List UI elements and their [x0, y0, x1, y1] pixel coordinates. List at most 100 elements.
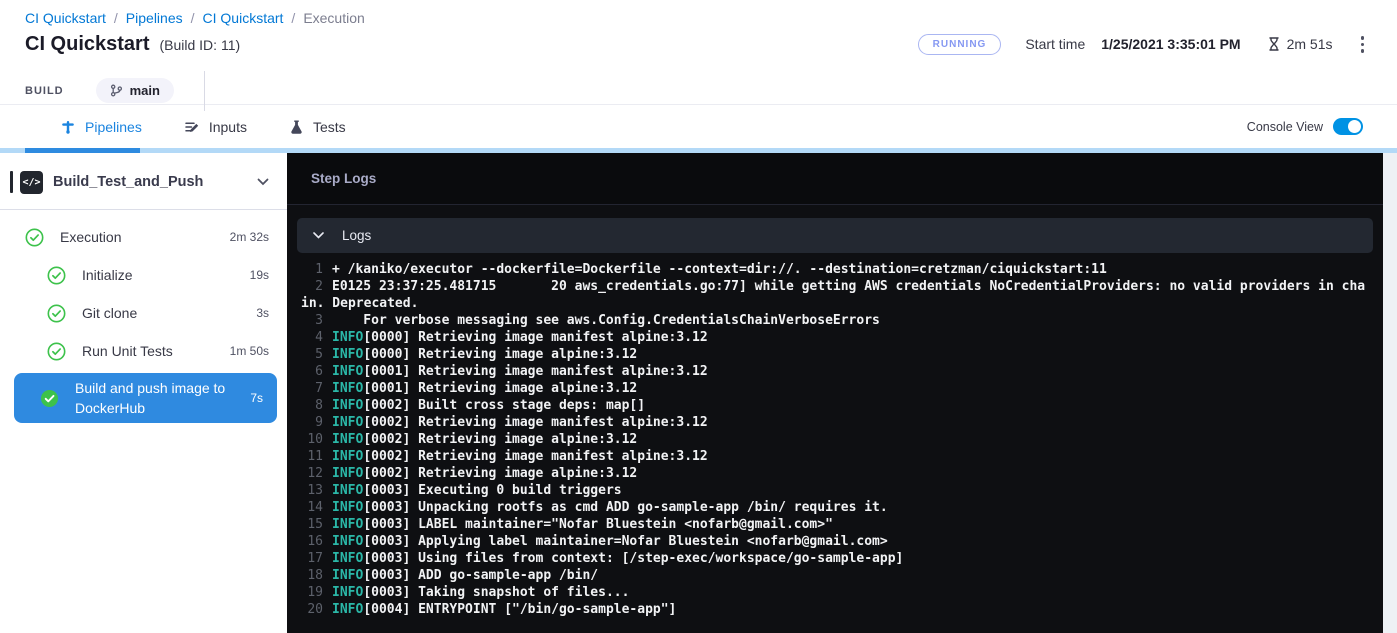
log-level-info: INFO: [332, 364, 363, 379]
log-line: 4INFO[0000] Retrieving image manifest al…: [301, 329, 1371, 346]
log-level-info: INFO: [332, 449, 363, 464]
step-duration: 3s: [248, 306, 269, 320]
branch-pill[interactable]: main: [96, 78, 174, 103]
log-line: 13INFO[0003] Executing 0 build triggers: [301, 482, 1371, 499]
tab-bar: Pipelines Inputs Tests Console View: [0, 104, 1397, 148]
tab-pipelines[interactable]: Pipelines: [60, 119, 142, 135]
title-row: CI Quickstart (Build ID: 11) RUNNING Sta…: [25, 32, 1372, 57]
log-line-number: 11: [301, 448, 323, 465]
git-branch-icon: [110, 84, 123, 97]
breadcrumb-current: Execution: [303, 10, 364, 26]
log-level-info: INFO: [332, 432, 363, 447]
stage-accent-bar: [10, 171, 13, 193]
log-level-info: INFO: [332, 398, 363, 413]
status-badge: RUNNING: [918, 34, 1002, 55]
stage-name: Build_Test_and_Push: [53, 174, 203, 190]
log-level-info: INFO: [332, 500, 363, 515]
step-row[interactable]: Git clone3s: [0, 294, 287, 332]
log-line-text: [0003] ADD go-sample-app /bin/: [363, 568, 598, 583]
log-level-info: INFO: [332, 585, 363, 600]
log-line-text: [0003] Using files from context: [/step-…: [363, 551, 903, 566]
page-header: CI Quickstart/Pipelines/CI Quickstart/Ex…: [0, 0, 1397, 104]
log-line-number: 8: [301, 397, 323, 414]
console-view-label: Console View: [1247, 120, 1323, 134]
tab-label: Inputs: [209, 119, 247, 135]
log-level-info: INFO: [332, 551, 363, 566]
code-stage-icon: </>: [20, 171, 43, 194]
log-line-number: 12: [301, 465, 323, 482]
log-line: 1+ /kaniko/executor --dockerfile=Dockerf…: [301, 261, 1371, 278]
breadcrumb: CI Quickstart/Pipelines/CI Quickstart/Ex…: [25, 10, 1372, 26]
log-line-number: 4: [301, 329, 323, 346]
success-check-icon: [25, 228, 44, 247]
hourglass-icon: [1267, 36, 1281, 52]
stage-header[interactable]: </> Build_Test_and_Push: [0, 153, 287, 203]
log-line-text: For verbose messaging see aws.Config.Cre…: [332, 313, 880, 328]
success-check-icon: [40, 389, 59, 408]
chevron-down-icon[interactable]: [253, 174, 273, 190]
step-label: Execution: [60, 229, 121, 245]
log-line-number: 18: [301, 567, 323, 584]
log-line-text: + /kaniko/executor --dockerfile=Dockerfi…: [332, 262, 1107, 277]
step-duration: 2m 32s: [222, 230, 269, 244]
console-view-toggle[interactable]: [1333, 118, 1363, 135]
log-line-text: [0004] ENTRYPOINT ["/bin/go-sample-app"]: [363, 602, 676, 617]
log-line: 17INFO[0003] Using files from context: […: [301, 550, 1371, 567]
log-line-number: 9: [301, 414, 323, 431]
log-line-text: [0003] Taking snapshot of files...: [363, 585, 629, 600]
log-line-text: [0001] Retrieving image alpine:3.12: [363, 381, 637, 396]
step-row[interactable]: Run Unit Tests1m 50s: [0, 332, 287, 370]
logs-section-toggle[interactable]: Logs: [297, 218, 1373, 253]
breadcrumb-separator: /: [114, 10, 118, 26]
log-line-text: [0003] Executing 0 build triggers: [363, 483, 621, 498]
logs-section-label: Logs: [342, 228, 371, 243]
log-line: 8 INFO[0002] Built cross stage deps: map[…: [301, 397, 1371, 414]
chevron-down-icon: [313, 232, 324, 239]
log-line-text: [0000] Retrieving image alpine:3.12: [363, 347, 637, 362]
more-options-button[interactable]: [1353, 32, 1373, 57]
log-level-info: INFO: [332, 381, 363, 396]
log-line-text: [0001] Retrieving image manifest alpine:…: [363, 364, 707, 379]
log-line-text: [0002] Retrieving image alpine:3.12: [363, 466, 637, 481]
log-line-number: 16: [301, 533, 323, 550]
log-level-info: INFO: [332, 415, 363, 430]
step-row[interactable]: Initialize 19s: [0, 256, 287, 294]
step-duration: 19s: [242, 268, 269, 282]
log-line: 19INFO[0003] Taking snapshot of files...: [301, 584, 1371, 601]
header-divider: [204, 71, 205, 111]
tab-tests[interactable]: Tests: [289, 119, 346, 135]
console-log-output[interactable]: 1+ /kaniko/executor --dockerfile=Dockerf…: [287, 261, 1383, 628]
log-line: 18 INFO[0003] ADD go-sample-app /bin/: [301, 567, 1371, 584]
step-row[interactable]: Build and push image to DockerHub7s: [14, 373, 277, 423]
log-level-info: INFO: [332, 483, 363, 498]
tab-inputs[interactable]: Inputs: [184, 119, 247, 135]
log-line-text: [0002] Retrieving image alpine:3.12: [363, 432, 637, 447]
log-line: 5INFO[0000] Retrieving image alpine:3.12: [301, 346, 1371, 363]
step-row[interactable]: Execution 2m 32s: [0, 218, 287, 256]
inputs-icon: [184, 119, 200, 135]
log-line-text: [0002] Retrieving image manifest alpine:…: [363, 449, 707, 464]
breadcrumb-separator: /: [191, 10, 195, 26]
log-line: 11 INFO[0002] Retrieving image manifest a…: [301, 448, 1371, 465]
log-line-text: [0003] LABEL maintainer="Nofar Bluestein…: [363, 517, 833, 532]
build-label: BUILD: [25, 85, 64, 97]
step-label: Initialize: [82, 267, 133, 283]
breadcrumb-link[interactable]: Pipelines: [126, 10, 183, 26]
success-check-icon: [47, 266, 66, 285]
breadcrumb-link[interactable]: CI Quickstart: [203, 10, 284, 26]
pipeline-execution-page: CI Quickstart/Pipelines/CI Quickstart/Ex…: [0, 0, 1397, 633]
log-line: 9INFO[0002] Retrieving image manifest al…: [301, 414, 1371, 431]
step-list: Execution2m 32sInitialize19sGit clone3sR…: [0, 210, 287, 423]
log-level-info: INFO: [332, 602, 363, 617]
page-title: CI Quickstart: [25, 33, 149, 56]
tab-label: Pipelines: [85, 119, 142, 135]
step-label: Run Unit Tests: [82, 343, 173, 359]
log-line-text: [0002] Built cross stage deps: map[]: [363, 398, 645, 413]
breadcrumb-link[interactable]: CI Quickstart: [25, 10, 106, 26]
log-level-info: INFO: [332, 568, 363, 583]
log-line-number: 10: [301, 431, 323, 448]
log-level-info: INFO: [332, 466, 363, 481]
branch-name: main: [130, 83, 160, 98]
log-line-number: 14: [301, 499, 323, 516]
log-line: 3 For verbose messaging see aws.Config.C…: [301, 312, 1371, 329]
